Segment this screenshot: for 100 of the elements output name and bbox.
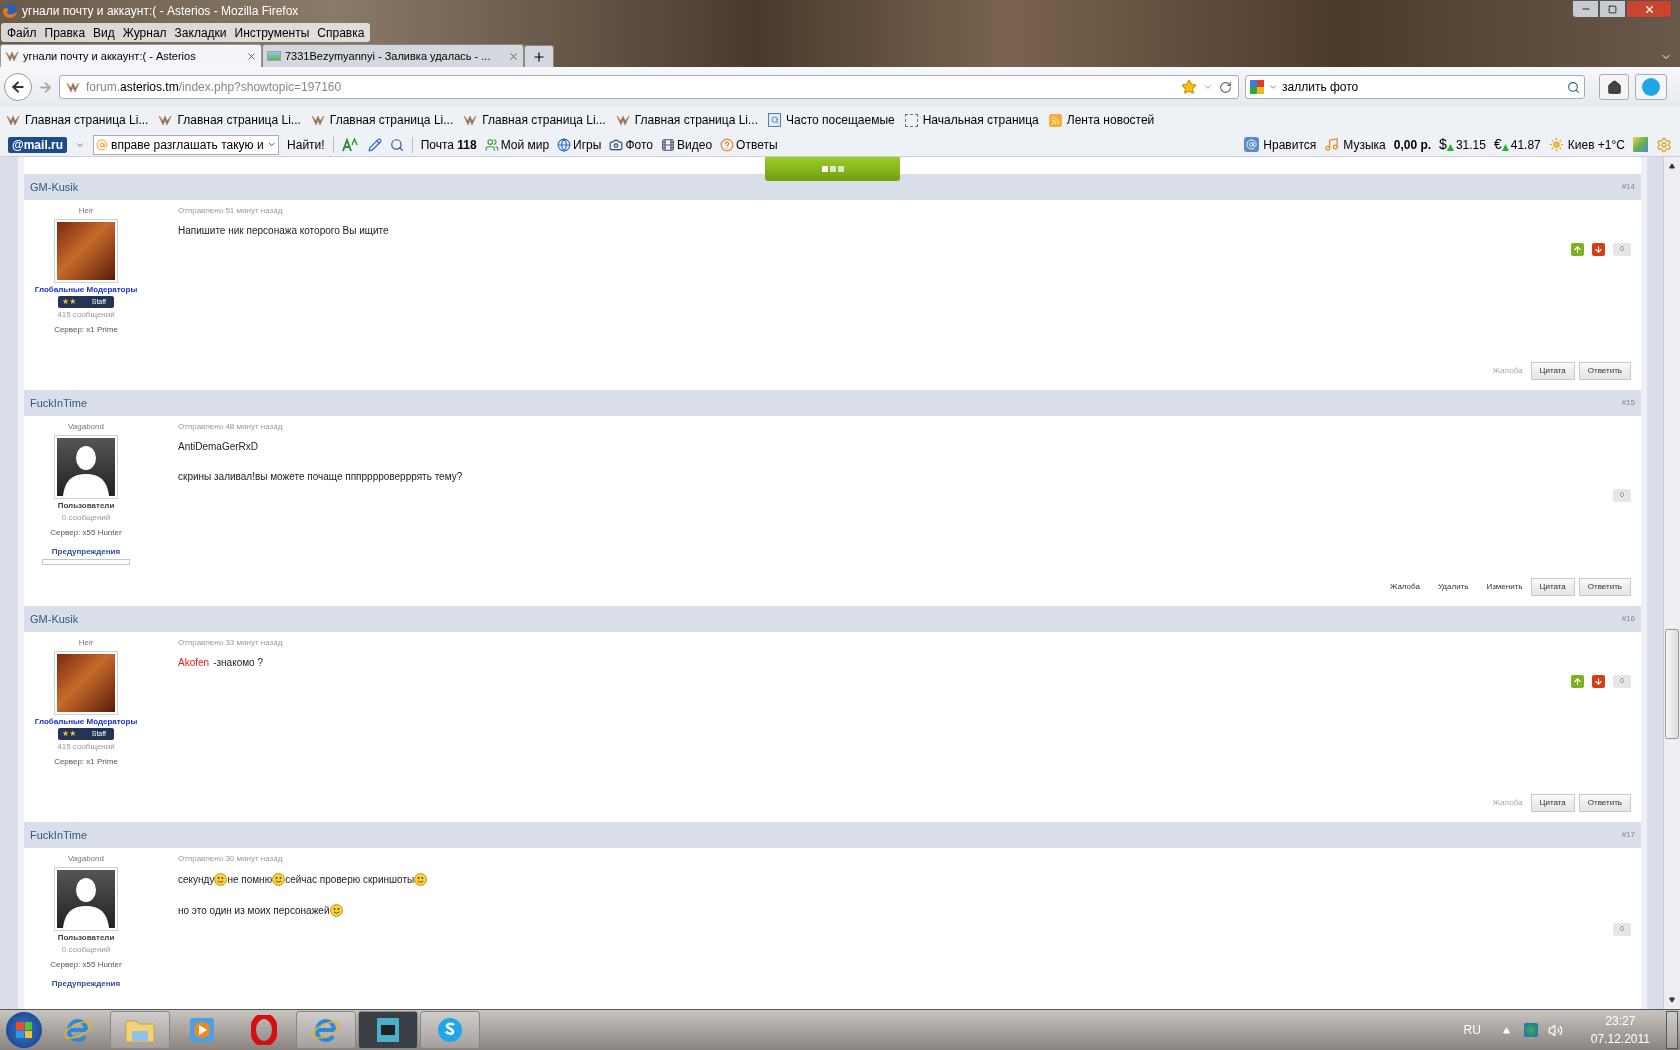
film-icon	[661, 137, 675, 152]
menu-item[interactable]: Файл	[3, 23, 41, 42]
film-icon	[375, 1016, 401, 1044]
bookmark-item[interactable]: Главная страница Li...	[177, 111, 301, 129]
bookmark-logo-icon	[463, 113, 478, 127]
back-button[interactable]	[4, 73, 32, 101]
toolbar-link[interactable]: Игры	[573, 135, 602, 154]
toolbar-link[interactable]: Видео	[677, 135, 713, 154]
bookmark-item[interactable]: Лента новостей	[1066, 111, 1155, 129]
star-icon[interactable]	[1181, 79, 1197, 95]
close-icon[interactable]	[246, 50, 257, 62]
search-field[interactable]: заллить фото	[1245, 75, 1585, 99]
toolbar-label[interactable]: 41.87	[1510, 135, 1541, 154]
show-desktop-button[interactable]	[1666, 1011, 1678, 1049]
author-name[interactable]: GM-Kusik	[30, 610, 79, 628]
menu-item[interactable]: Правка	[40, 23, 90, 42]
menu-item[interactable]: Журнал	[118, 23, 171, 42]
pencil-icon[interactable]	[367, 137, 382, 152]
mail-logo[interactable]: @mail.ru	[8, 136, 68, 153]
font-size-icon[interactable]	[341, 137, 360, 152]
action-button[interactable]: Цитата	[1530, 362, 1575, 380]
balance-label[interactable]: 0,00 р.	[1393, 135, 1432, 154]
network-icon[interactable]	[1523, 1023, 1538, 1037]
skype-icon	[436, 1016, 464, 1044]
post-date: Отправлено 48 минут назад	[178, 422, 284, 432]
toolbar-link[interactable]: Ответы	[736, 135, 778, 154]
music-note-icon[interactable]	[1324, 137, 1340, 152]
show-hidden-icons[interactable]	[1502, 1026, 1510, 1034]
bookmark-item[interactable]: Главная страница Li...	[634, 111, 759, 129]
action-button[interactable]: Ответить	[1578, 578, 1631, 596]
feed-icon	[1048, 113, 1062, 127]
address-field[interactable]: forum.asterios.tm/index.php?showtopic=197160	[59, 75, 1239, 99]
settings-icon[interactable]	[1656, 136, 1672, 153]
bookmark-item[interactable]: Главная страница Li...	[25, 111, 149, 129]
find-button[interactable]: Найти!	[287, 135, 325, 154]
vote-up-button[interactable]	[1571, 675, 1584, 688]
toolbar-label[interactable]: Киев +1°C	[1567, 135, 1625, 154]
new-tab-button[interactable]	[524, 45, 554, 67]
author-name[interactable]: FuckInTime	[30, 826, 88, 844]
search-engine-icon[interactable]	[1250, 80, 1264, 94]
menu-item[interactable]: Вид	[89, 23, 119, 42]
vote-down-button[interactable]	[1592, 675, 1605, 688]
sun-icon[interactable]	[1548, 137, 1564, 152]
menu-item[interactable]: Справка	[313, 23, 369, 42]
forward-icon[interactable]	[38, 79, 53, 95]
toolbar-search-field[interactable]: вправе разглашать такую и	[93, 134, 280, 155]
minimize-button[interactable]	[1572, 0, 1599, 18]
close-button[interactable]	[1626, 0, 1672, 18]
toolbar-link[interactable]: Почта 118	[420, 135, 477, 154]
browser-tab[interactable]: угнали почту и аккаунт:( - Asterios	[0, 44, 262, 67]
page-jump-button[interactable]	[765, 157, 900, 181]
scroll-down-icon[interactable]	[1669, 997, 1675, 1003]
author-name[interactable]: GM-Kusik	[30, 178, 79, 196]
toolbar-link[interactable]: Фото	[625, 135, 653, 154]
toolbar-label[interactable]: Нравится	[1263, 135, 1317, 154]
vote-up-button[interactable]	[1571, 243, 1584, 256]
home-button[interactable]	[1599, 74, 1629, 100]
scroll-thumb[interactable]	[1665, 629, 1679, 739]
maximize-button[interactable]	[1599, 0, 1626, 18]
vote-down-button[interactable]	[1592, 243, 1605, 256]
skype-button[interactable]	[1635, 74, 1667, 100]
scrollbar[interactable]	[1663, 157, 1680, 1009]
bookmark-item[interactable]: Начальная страница	[922, 111, 1039, 129]
author-name[interactable]: FuckInTime	[30, 394, 88, 412]
toolbar-label[interactable]: Музыка	[1343, 135, 1386, 154]
taskbar-app-button[interactable]	[358, 1011, 418, 1049]
warnings-link[interactable]: Предупреждения	[51, 547, 121, 557]
reload-icon[interactable]	[1219, 80, 1232, 94]
action-button[interactable]: Цитата	[1530, 794, 1575, 812]
map-icon[interactable]	[1633, 137, 1648, 152]
dropdown-icon[interactable]	[1268, 82, 1278, 92]
menu-item[interactable]: Инструменты	[230, 23, 314, 42]
action-link[interactable]: Изменить	[1482, 581, 1527, 593]
dropdown-icon[interactable]	[1203, 82, 1213, 92]
browser-tab[interactable]: 7331Bezymyannyi - Заливка удалась - ...	[262, 44, 524, 67]
action-button[interactable]: Ответить	[1578, 362, 1631, 380]
volume-icon[interactable]	[1547, 1022, 1563, 1038]
at-sign-icon[interactable]	[1244, 137, 1260, 152]
plus-icon	[532, 49, 546, 64]
action-link[interactable]: Жалоба	[1385, 581, 1424, 593]
menu-item[interactable]: Закладки	[170, 23, 231, 42]
mention-link[interactable]: Akofen	[178, 657, 210, 669]
close-icon[interactable]	[508, 50, 519, 62]
action-link[interactable]: Удалить	[1433, 581, 1473, 593]
magnifier-icon[interactable]	[389, 137, 404, 152]
search-icon[interactable]	[1567, 80, 1580, 94]
taskbar-app-button[interactable]	[420, 1011, 480, 1049]
bookmark-item[interactable]: Главная страница Li...	[482, 111, 606, 129]
bookmark-logo-icon	[66, 80, 80, 94]
up-arrow-icon	[1573, 245, 1582, 254]
home-icon	[1606, 79, 1622, 95]
toolbar-label[interactable]: 31.15	[1455, 135, 1486, 154]
warnings-link[interactable]: Предупреждения	[51, 979, 121, 989]
scroll-up-icon[interactable]	[1669, 163, 1675, 169]
toolbar-link[interactable]: Мой мир	[500, 135, 550, 154]
play-icon	[189, 1017, 215, 1043]
action-button[interactable]: Цитата	[1530, 578, 1575, 596]
action-button[interactable]: Ответить	[1578, 794, 1631, 812]
bookmark-item[interactable]: Часто посещаемые	[786, 111, 895, 129]
bookmark-item[interactable]: Главная страница Li...	[329, 111, 454, 129]
